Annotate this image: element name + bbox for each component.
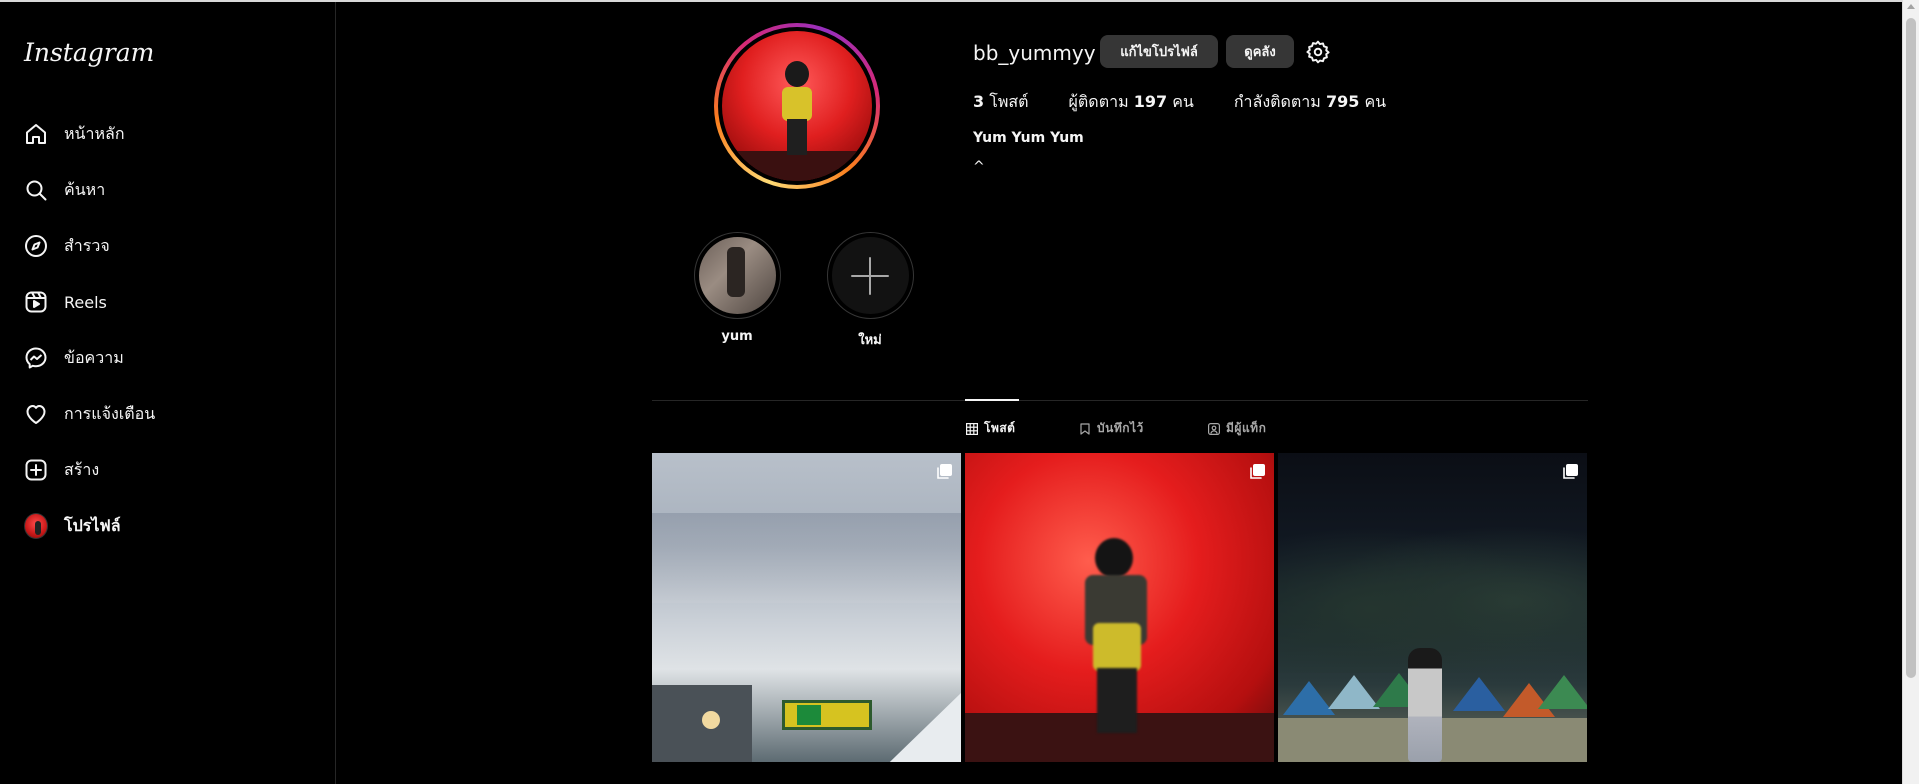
tab-label: โพสต์ bbox=[984, 421, 1016, 435]
following-count[interactable]: กำลังติดตาม 795 คน bbox=[1234, 90, 1386, 115]
carousel-icon bbox=[1561, 463, 1579, 481]
page-scrollbar[interactable] bbox=[1902, 0, 1919, 784]
carousel-icon bbox=[935, 463, 953, 481]
scrollbar-thumb[interactable] bbox=[1906, 18, 1916, 678]
sidebar-item-label: สำรวจ bbox=[64, 235, 110, 255]
tab-saved[interactable]: บันทึกไว้ bbox=[1079, 419, 1144, 438]
post-thumbnail[interactable] bbox=[652, 453, 961, 762]
carousel-icon bbox=[1248, 463, 1266, 481]
highlight-cover bbox=[693, 232, 781, 319]
sidebar-item-explore[interactable]: สำรวจ bbox=[12, 222, 324, 270]
bio-name: Yum Yum Yum bbox=[973, 130, 1084, 146]
sidebar-item-label: ค้นหา bbox=[64, 179, 106, 199]
post-thumbnail[interactable] bbox=[965, 453, 1274, 762]
heart-icon bbox=[24, 402, 48, 426]
explore-icon bbox=[24, 234, 48, 258]
profile-picture[interactable] bbox=[714, 23, 880, 189]
scroll-up-arrow-icon[interactable] bbox=[1907, 4, 1915, 9]
avatar bbox=[24, 513, 48, 539]
reels-icon bbox=[24, 290, 48, 314]
sidebar-item-label: สร้าง bbox=[64, 459, 100, 479]
highlight-label: ใหม่ bbox=[858, 333, 882, 348]
profile-username: bb_yummyy bbox=[973, 41, 1096, 65]
edit-profile-button[interactable]: แก้ไขโปรไฟล์ bbox=[1100, 35, 1218, 68]
tagged-user-icon bbox=[1208, 422, 1220, 435]
followers-count[interactable]: ผู้ติดตาม 197 คน bbox=[1069, 90, 1194, 115]
bookmark-icon bbox=[1079, 422, 1091, 435]
bio-text: ^ bbox=[973, 159, 985, 175]
sidebar-item-label: โปรไฟล์ bbox=[64, 515, 121, 535]
story-highlight[interactable]: yum bbox=[692, 232, 782, 344]
posts-count: 3 โพสต์ bbox=[973, 92, 1029, 111]
sidebar-item-label: หน้าหลัก bbox=[64, 123, 125, 143]
grid-icon bbox=[966, 422, 978, 435]
sidebar-nav: หน้าหลัก ค้นหา สำรวจ Reels ข้อความ การแจ… bbox=[12, 110, 324, 558]
view-archive-button[interactable]: ดูคลัง bbox=[1226, 35, 1294, 68]
new-highlight[interactable]: ใหม่ bbox=[825, 232, 915, 350]
tab-label: มีผู้แท็ก bbox=[1226, 421, 1267, 435]
instagram-logo[interactable]: Instagram bbox=[24, 38, 154, 67]
post-thumbnail[interactable] bbox=[1278, 453, 1587, 762]
profile-stats: 3 โพสต์ ผู้ติดตาม 197 คน กำลังติดตาม 795… bbox=[973, 90, 1426, 115]
sidebar-item-home[interactable]: หน้าหลัก bbox=[12, 110, 324, 158]
home-icon bbox=[24, 122, 48, 146]
sidebar: Instagram หน้าหลัก ค้นหา สำรวจ Reels ข้อ… bbox=[0, 2, 336, 784]
messenger-icon bbox=[24, 346, 48, 370]
search-icon bbox=[24, 178, 48, 202]
sidebar-item-messages[interactable]: ข้อความ bbox=[12, 334, 324, 382]
profile-avatar bbox=[24, 513, 48, 539]
tab-tagged[interactable]: มีผู้แท็ก bbox=[1208, 419, 1266, 438]
sidebar-item-label: ข้อความ bbox=[64, 347, 124, 367]
highlight-label: yum bbox=[721, 329, 753, 344]
tab-posts[interactable]: โพสต์ bbox=[966, 419, 1015, 438]
sidebar-item-label: การแจ้งเตือน bbox=[64, 403, 156, 423]
tabs-divider bbox=[652, 400, 1588, 401]
profile-picture-gap bbox=[718, 27, 876, 185]
highlight-cover bbox=[826, 232, 914, 319]
sidebar-item-label: Reels bbox=[64, 292, 107, 312]
profile-photo bbox=[722, 31, 872, 181]
sidebar-item-reels[interactable]: Reels bbox=[12, 278, 324, 326]
active-tab-indicator bbox=[965, 399, 1019, 401]
sidebar-item-notifications[interactable]: การแจ้งเตือน bbox=[12, 390, 324, 438]
sidebar-item-create[interactable]: สร้าง bbox=[12, 446, 324, 494]
create-icon bbox=[24, 458, 48, 482]
highlight-image bbox=[698, 237, 776, 314]
gear-icon[interactable] bbox=[1305, 39, 1331, 65]
sidebar-item-search[interactable]: ค้นหา bbox=[12, 166, 324, 214]
plus-icon bbox=[831, 237, 909, 314]
tab-label: บันทึกไว้ bbox=[1097, 421, 1144, 435]
sidebar-item-profile[interactable]: โปรไฟล์ bbox=[12, 502, 324, 550]
